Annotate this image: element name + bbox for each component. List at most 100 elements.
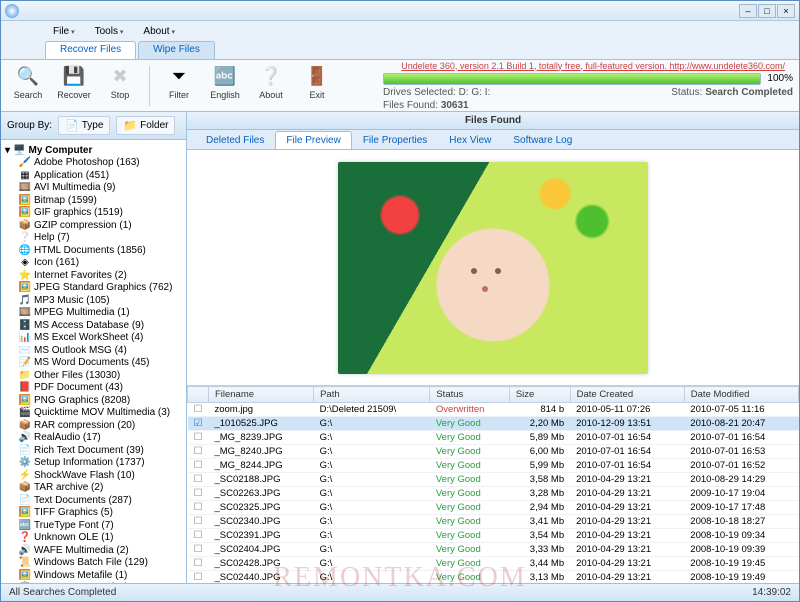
table-row[interactable]: _1010525.JPG G:\ Very Good 2,20 Mb 2010-…	[188, 417, 799, 431]
tree-item[interactable]: 🗄️MS Access Database (9)	[3, 320, 184, 333]
tree-item[interactable]: ▦Application (451)	[3, 170, 184, 183]
tab-file-preview[interactable]: File Preview	[275, 131, 351, 149]
progress-bar	[383, 73, 761, 85]
tree-item[interactable]: 📦TAR archive (2)	[3, 482, 184, 495]
filter-button[interactable]: ⏷Filter	[158, 64, 200, 108]
tree-item[interactable]: 🖼️GIF graphics (1519)	[3, 207, 184, 220]
about-button[interactable]: ❔About	[250, 64, 292, 108]
table-row[interactable]: _SC02325.JPG G:\ Very Good 2,94 Mb 2010-…	[188, 501, 799, 515]
expand-icon[interactable]: ▾	[5, 145, 10, 156]
tree-item[interactable]: 🎬Quicktime MOV Multimedia (3)	[3, 407, 184, 420]
tree-item[interactable]: 🖼️Windows Metafile (1)	[3, 570, 184, 583]
row-checkbox[interactable]	[188, 543, 209, 557]
tree-item[interactable]: 📄Text Documents (287)	[3, 495, 184, 508]
tree-item[interactable]: 📕PDF Document (43)	[3, 382, 184, 395]
tree-item[interactable]: 📄Rich Text Document (39)	[3, 445, 184, 458]
table-row[interactable]: _SC02440.JPG G:\ Very Good 3,13 Mb 2010-…	[188, 571, 799, 584]
menu-file[interactable]: File	[45, 25, 83, 38]
tab-deleted-files[interactable]: Deleted Files	[195, 131, 275, 149]
tree-item[interactable]: 📝MS Word Documents (45)	[3, 357, 184, 370]
tree-item[interactable]: ⚙️Setup Information (1737)	[3, 457, 184, 470]
tree-item[interactable]: 🎵MP3 Music (105)	[3, 295, 184, 308]
cell-status: Very Good	[430, 543, 509, 557]
row-checkbox[interactable]	[188, 403, 209, 417]
language-button[interactable]: 🔤English	[204, 64, 246, 108]
tree-item[interactable]: 🖼️JPEG Standard Graphics (762)	[3, 282, 184, 295]
tree-item[interactable]: 🖌️Adobe Photoshop (163)	[3, 157, 184, 170]
close-button[interactable]: ×	[777, 4, 795, 18]
minimize-button[interactable]: –	[739, 4, 757, 18]
col-size[interactable]: Size	[509, 387, 570, 403]
tree-item[interactable]: 🔊RealAudio (17)	[3, 432, 184, 445]
row-checkbox[interactable]	[188, 515, 209, 529]
col-status[interactable]: Status	[430, 387, 509, 403]
row-checkbox[interactable]	[188, 473, 209, 487]
filetype-icon: 🖼️	[19, 570, 31, 582]
table-row[interactable]: _MG_8244.JPG G:\ Very Good 5,99 Mb 2010-…	[188, 459, 799, 473]
tree-item[interactable]: 🎞️MPEG Multimedia (1)	[3, 307, 184, 320]
table-row[interactable]: _MG_8239.JPG G:\ Very Good 5,89 Mb 2010-…	[188, 431, 799, 445]
group-by-type-button[interactable]: 📄Type	[58, 116, 110, 135]
cell-filename: _1010525.JPG	[208, 417, 313, 431]
table-row[interactable]: _SC02263.JPG G:\ Very Good 3,28 Mb 2010-…	[188, 487, 799, 501]
category-tree[interactable]: ▾🖥️My Computer 🖌️Adobe Photoshop (163)▦A…	[1, 140, 186, 583]
table-row[interactable]: _SC02428.JPG G:\ Very Good 3,44 Mb 2010-…	[188, 557, 799, 571]
tree-item-label: Bitmap (1599)	[34, 195, 97, 208]
tree-root[interactable]: ▾🖥️My Computer	[3, 144, 184, 157]
tree-item[interactable]: 🖼️Bitmap (1599)	[3, 195, 184, 208]
tree-item[interactable]: ⚡ShockWave Flash (10)	[3, 470, 184, 483]
maximize-button[interactable]: □	[758, 4, 776, 18]
tree-item[interactable]: ◈Icon (161)	[3, 257, 184, 270]
row-checkbox[interactable]	[188, 445, 209, 459]
tree-item[interactable]: 📊MS Excel WorkSheet (4)	[3, 332, 184, 345]
cell-modified: 2010-08-29 14:29	[684, 473, 798, 487]
col-created[interactable]: Date Created	[570, 387, 684, 403]
tree-item[interactable]: 🔊WAFE Multimedia (2)	[3, 545, 184, 558]
row-checkbox[interactable]	[188, 487, 209, 501]
tab-wipe-files[interactable]: Wipe Files	[138, 41, 215, 59]
tree-item[interactable]: 🖼️PNG Graphics (8208)	[3, 395, 184, 408]
stop-button[interactable]: ✖Stop	[99, 64, 141, 108]
col-filename[interactable]: Filename	[208, 387, 313, 403]
promo-link[interactable]: Undelete 360, version 2.1 Build 1, total…	[383, 61, 793, 71]
tree-item[interactable]: 📦GZIP compression (1)	[3, 220, 184, 233]
file-grid[interactable]: Filename Path Status Size Date Created D…	[187, 385, 799, 583]
row-checkbox[interactable]	[188, 571, 209, 584]
tree-item[interactable]: 🔤TrueType Font (7)	[3, 520, 184, 533]
row-checkbox[interactable]	[188, 529, 209, 543]
row-checkbox[interactable]	[188, 557, 209, 571]
tree-item[interactable]: ⭐Internet Favorites (2)	[3, 270, 184, 283]
row-checkbox[interactable]	[188, 501, 209, 515]
tab-hex-view[interactable]: Hex View	[438, 131, 502, 149]
col-path[interactable]: Path	[314, 387, 430, 403]
tree-item[interactable]: 🎞️AVI Multimedia (9)	[3, 182, 184, 195]
tree-item[interactable]: ✉️MS Outlook MSG (4)	[3, 345, 184, 358]
tab-file-properties[interactable]: File Properties	[352, 131, 438, 149]
row-checkbox[interactable]	[188, 459, 209, 473]
exit-button[interactable]: 🚪Exit	[296, 64, 338, 108]
tree-item[interactable]: 🌐HTML Documents (1856)	[3, 245, 184, 258]
menu-tools[interactable]: Tools	[87, 25, 132, 38]
table-row[interactable]: zoom.jpg D:\Deleted 21509\ Overwritten 8…	[188, 403, 799, 417]
tree-item[interactable]: ❔Help (7)	[3, 232, 184, 245]
group-by-folder-button[interactable]: 📁Folder	[116, 116, 175, 135]
table-row[interactable]: _SC02188.JPG G:\ Very Good 3,58 Mb 2010-…	[188, 473, 799, 487]
tree-item[interactable]: 📜Windows Batch File (129)	[3, 557, 184, 570]
tree-item[interactable]: 🖼️TIFF Graphics (5)	[3, 507, 184, 520]
tab-software-log[interactable]: Software Log	[502, 131, 583, 149]
recover-button[interactable]: 💾Recover	[53, 64, 95, 108]
row-checkbox[interactable]	[188, 431, 209, 445]
row-checkbox[interactable]	[188, 417, 209, 431]
filetype-icon: ✉️	[19, 345, 31, 357]
table-row[interactable]: _SC02404.JPG G:\ Very Good 3,33 Mb 2010-…	[188, 543, 799, 557]
menu-about[interactable]: About	[135, 25, 183, 38]
search-button[interactable]: 🔍Search	[7, 64, 49, 108]
table-row[interactable]: _MG_8240.JPG G:\ Very Good 6,00 Mb 2010-…	[188, 445, 799, 459]
table-row[interactable]: _SC02340.JPG G:\ Very Good 3,41 Mb 2010-…	[188, 515, 799, 529]
col-modified[interactable]: Date Modified	[684, 387, 798, 403]
tree-item[interactable]: 📁Other Files (13030)	[3, 370, 184, 383]
tree-item[interactable]: ❓Unknown OLE (1)	[3, 532, 184, 545]
tree-item[interactable]: 📦RAR compression (20)	[3, 420, 184, 433]
table-row[interactable]: _SC02391.JPG G:\ Very Good 3,54 Mb 2010-…	[188, 529, 799, 543]
tab-recover-files[interactable]: Recover Files	[45, 41, 136, 59]
